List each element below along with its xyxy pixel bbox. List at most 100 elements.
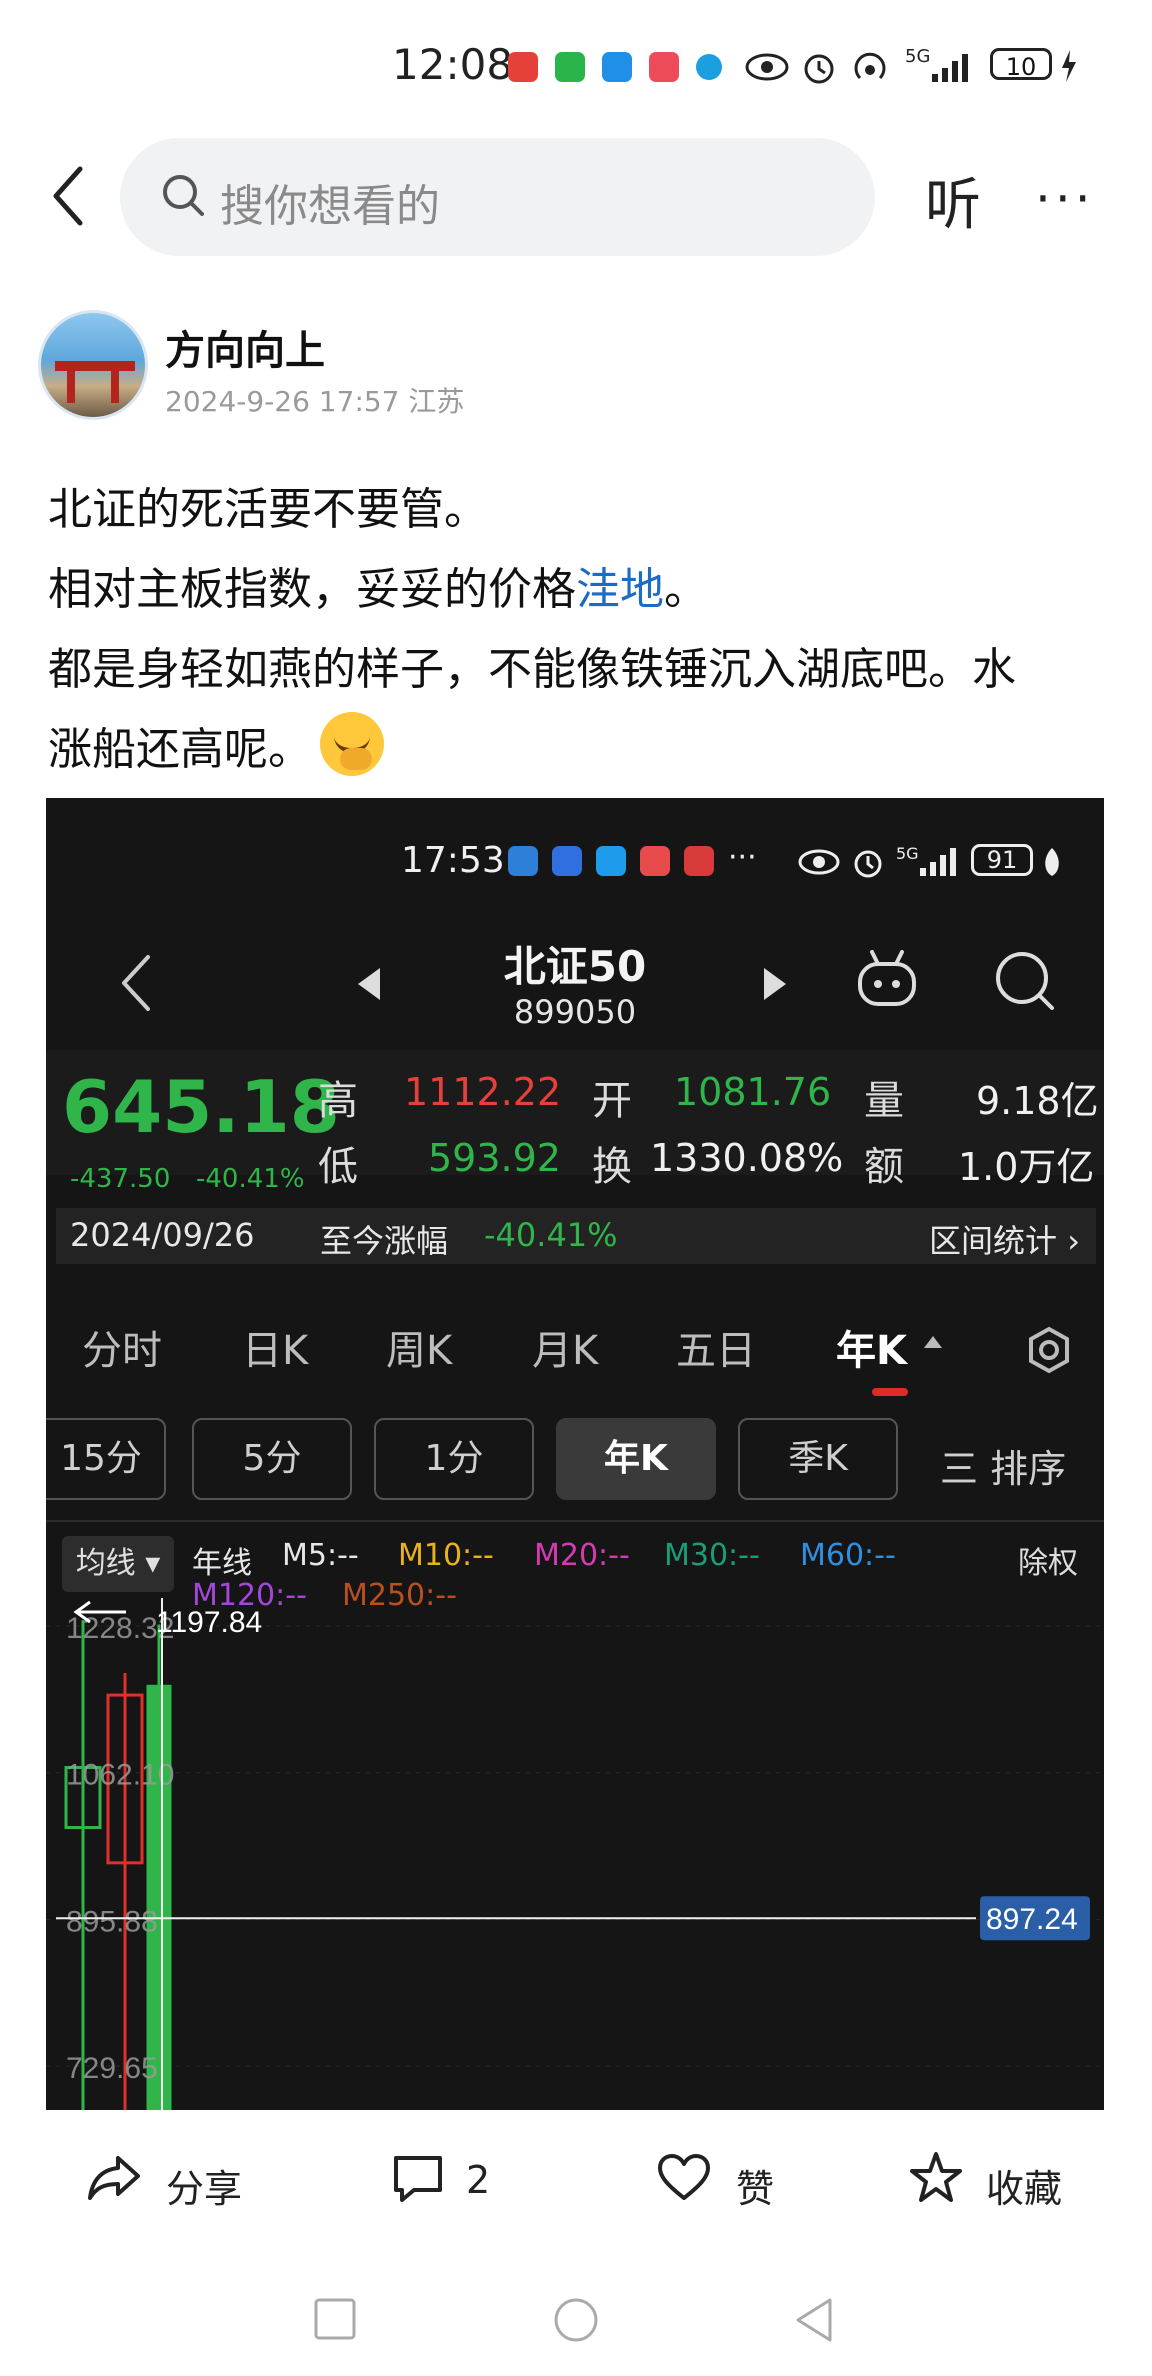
author-name[interactable]: 方向向上: [165, 318, 325, 376]
status-bar: 12:08 5G 10: [0, 0, 1152, 130]
eye-icon: [798, 849, 840, 875]
low-value: 593.92: [428, 1136, 561, 1180]
ma30-label: M30:--: [664, 1538, 760, 1573]
volume-label: 量: [864, 1078, 904, 1124]
share-icon[interactable]: [86, 2150, 142, 2206]
app-icon: [508, 846, 538, 876]
eye-icon: [745, 53, 789, 81]
period-1min: 1分: [374, 1418, 534, 1500]
ma5-label: M5:--: [282, 1538, 359, 1573]
star-icon[interactable]: [908, 2150, 964, 2206]
ma-year-label: 年线: [192, 1546, 252, 1581]
tab-monthly-k: 月K: [532, 1328, 599, 1374]
stock-title: 北证50: [503, 942, 647, 991]
post-line: 北证的死活要不要管。: [48, 484, 488, 535]
post-line: 相对主板指数，妥妥的价格洼地。: [48, 550, 1108, 630]
sort-button: 三 排序: [940, 1447, 1067, 1491]
tab-yearly-k: 年K: [836, 1328, 907, 1374]
candle-body: [146, 1684, 172, 2110]
back-arrow-icon[interactable]: [48, 165, 88, 227]
browser-app-icon: [696, 54, 722, 80]
tab-daily-k: 日K: [242, 1328, 309, 1374]
home-icon[interactable]: [552, 2296, 600, 2344]
avatar[interactable]: [38, 310, 148, 420]
alarm-icon: [854, 850, 882, 878]
current-price: 645.18: [62, 1065, 340, 1149]
tab-five-day: 五日: [676, 1328, 756, 1374]
topic-link[interactable]: 洼地: [576, 564, 664, 615]
ma10-label: M10:--: [398, 1538, 494, 1573]
heart-icon[interactable]: [656, 2150, 712, 2206]
crosshair-top-label: 1197.84: [156, 1606, 262, 1639]
share-button[interactable]: 分享: [166, 2158, 242, 2213]
amount-value: 1.0万亿: [958, 1145, 1095, 1189]
ma20-label: M20:--: [534, 1538, 630, 1573]
alarm-icon: [804, 54, 834, 84]
status-time: 12:08: [392, 40, 514, 89]
low-label: 低: [318, 1144, 358, 1190]
battery-indicator: 91: [971, 844, 1033, 876]
y-tick-label: 895.88: [66, 1905, 158, 1938]
amount-label: 额: [864, 1144, 904, 1190]
post-text: 相对主板指数，妥妥的价格: [48, 564, 576, 615]
turnover-label: 换: [592, 1144, 632, 1190]
next-stock-icon: [764, 968, 786, 1000]
period-quarterly: 季K: [738, 1418, 898, 1500]
period-yearly: 年K: [556, 1418, 716, 1500]
more-notifications-icon: ···: [728, 840, 757, 875]
settings-icon: [1029, 1326, 1069, 1374]
huawei-app-icon: [508, 52, 538, 82]
candlestick-chart: 1228.321062.10895.88729.65897.241197.84: [46, 1598, 1104, 2110]
battery-indicator: 10: [990, 48, 1052, 81]
comment-count[interactable]: 2: [466, 2158, 490, 2202]
charging-icon: [1062, 50, 1076, 82]
like-button[interactable]: 赞: [736, 2158, 774, 2213]
favorite-button[interactable]: 收藏: [986, 2158, 1062, 2213]
divider: [46, 1520, 1104, 1522]
turnover-value: 1330.08%: [650, 1136, 844, 1180]
post-image[interactable]: 17:53 ··· 5G 91 北证50 899050 645.18 -437.…: [46, 798, 1104, 2110]
search-input[interactable]: 搜你想看的: [120, 138, 875, 256]
robot-assistant-icon: [858, 950, 916, 1006]
tab-weekly-k: 周K: [386, 1328, 453, 1374]
recent-apps-icon[interactable]: [312, 2296, 358, 2342]
post-text: 涨船还高呢。: [48, 724, 312, 775]
adjust-label: 除权: [1018, 1546, 1078, 1581]
search-icon: [996, 952, 1054, 1010]
search-placeholder: 搜你想看的: [220, 181, 440, 232]
app-icon: [596, 846, 626, 876]
note-app-icon: [649, 52, 679, 82]
stock-code: 899050: [513, 993, 637, 1031]
post-line: 都是身轻如燕的样子，不能像铁锤沉入湖底吧。水: [48, 644, 1016, 695]
nav-back-icon[interactable]: [792, 2296, 838, 2344]
post-body: 北证的死活要不要管。 相对主板指数，妥妥的价格洼地。 都是身轻如燕的样子，不能像…: [48, 470, 1108, 790]
crosshair-price-label: 897.24: [986, 1903, 1078, 1936]
wechat-app-icon: [555, 52, 585, 82]
y-tick-label: 1062.10: [66, 1759, 174, 1792]
more-options-button[interactable]: ···: [1035, 170, 1095, 228]
volume-value: 9.18亿: [976, 1079, 1099, 1123]
system-nav-bar: [0, 2280, 1152, 2376]
facepalm-emoji-icon: [320, 712, 384, 776]
network-type-label: 5G: [905, 46, 931, 67]
post-timestamp: 2024-9-26 17:57 江苏: [165, 385, 465, 418]
date-bar: 2024/09/26 至今涨幅 -40.41% 区间统计 ›: [56, 1208, 1096, 1264]
tab-minute: 分时: [82, 1328, 162, 1374]
app-icon: [640, 846, 670, 876]
search-icon: [163, 175, 204, 216]
range-stats-button: 区间统计 ›: [929, 1222, 1080, 1260]
ma60-label: M60:--: [800, 1538, 896, 1573]
listen-button[interactable]: 听: [925, 160, 981, 241]
tab-caret-icon: [924, 1336, 942, 1348]
hotspot-icon: [854, 52, 886, 80]
signal-icon: [932, 54, 968, 82]
network-type-label: 5G: [896, 844, 919, 863]
period-15min: 15分: [46, 1418, 166, 1500]
comment-icon[interactable]: [390, 2150, 446, 2206]
since-change-label: 至今涨幅: [320, 1222, 449, 1260]
open-label: 开: [592, 1078, 632, 1124]
app-icon: [552, 846, 582, 876]
price-change: -437.50: [70, 1164, 171, 1194]
period-5min: 5分: [192, 1418, 352, 1500]
open-value: 1081.76: [674, 1070, 832, 1114]
